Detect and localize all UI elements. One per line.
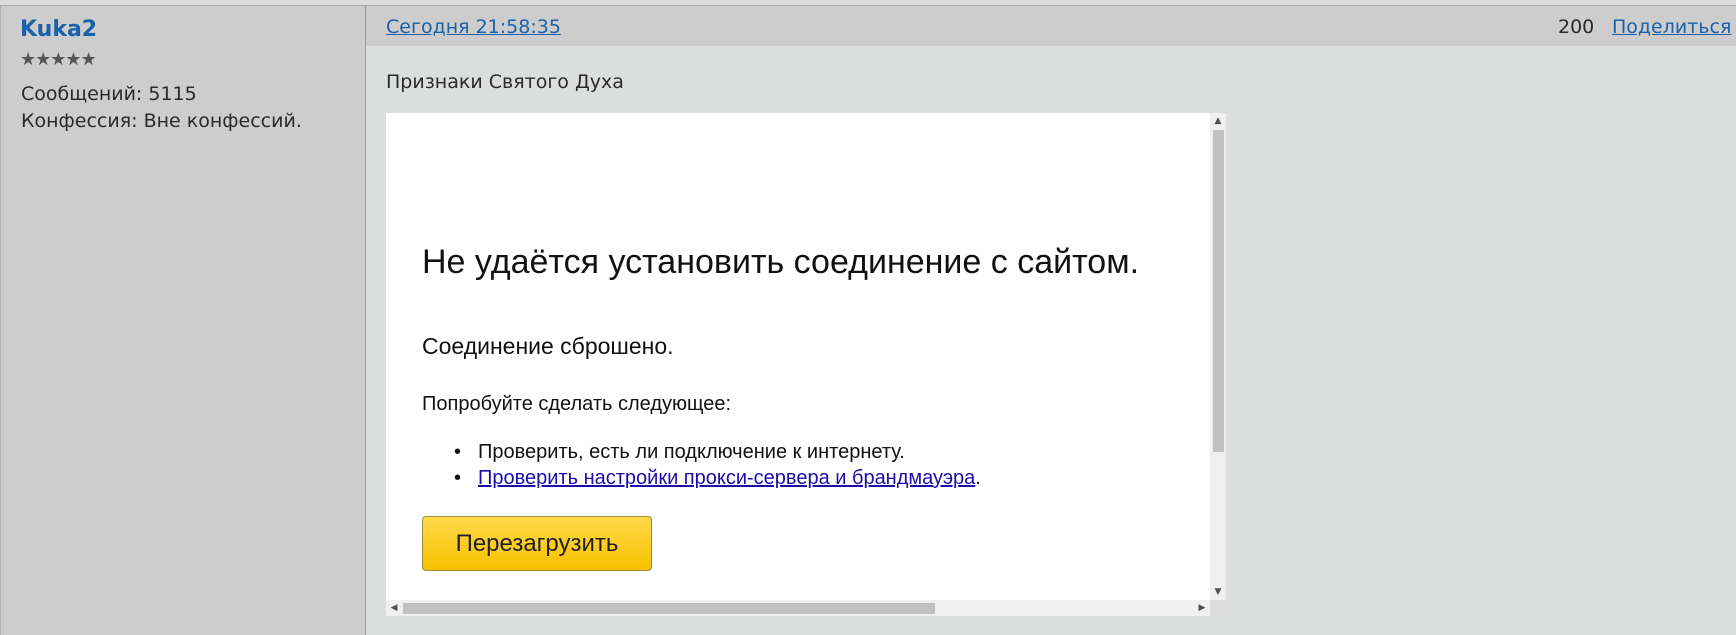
suggestion-check-connection: Проверить, есть ли подключение к интерне… bbox=[478, 441, 905, 463]
scroll-up-icon[interactable]: ▲ bbox=[1210, 113, 1226, 129]
error-subheading: Соединение сброшено. bbox=[422, 333, 674, 359]
post-number: 200 bbox=[1558, 16, 1595, 38]
post-title: Признаки Святого Духа bbox=[386, 71, 624, 93]
proxy-settings-link[interactable]: Проверить настройки прокси-сервера и бра… bbox=[478, 467, 975, 489]
author-panel: Kuka2 ★★★★★ Сообщений: 5115 Конфессия: В… bbox=[0, 6, 366, 635]
scroll-down-icon[interactable]: ▼ bbox=[1210, 584, 1226, 600]
reload-button[interactable]: Перезагрузить bbox=[422, 516, 652, 571]
vertical-scroll-thumb[interactable] bbox=[1213, 130, 1224, 452]
error-try-label: Попробуйте сделать следующее: bbox=[422, 393, 732, 415]
post-date-link[interactable]: Сегодня 21:58:35 bbox=[386, 16, 561, 38]
author-post-count: Сообщений: 5115 bbox=[21, 83, 197, 105]
error-heading: Не удаётся установить соединение с сайто… bbox=[422, 243, 1140, 281]
scroll-right-icon[interactable]: ▶ bbox=[1194, 600, 1210, 616]
embedded-frame[interactable]: Не удаётся установить соединение с сайто… bbox=[386, 113, 1226, 616]
scroll-left-icon[interactable]: ◀ bbox=[386, 600, 402, 616]
horizontal-scrollbar[interactable]: ◀ ▶ bbox=[386, 600, 1210, 616]
horizontal-scroll-thumb[interactable] bbox=[403, 603, 935, 614]
vertical-scrollbar[interactable]: ▲ ▼ bbox=[1210, 113, 1226, 600]
list-item: • Проверить, есть ли подключение к интер… bbox=[446, 439, 981, 465]
forum-post: Kuka2 ★★★★★ Сообщений: 5115 Конфессия: В… bbox=[0, 5, 1736, 635]
list-item: • Проверить настройки прокси-сервера и б… bbox=[446, 465, 981, 491]
post-header: Сегодня 21:58:35 200 Поделиться bbox=[366, 6, 1736, 46]
scrollbar-corner bbox=[1210, 600, 1226, 616]
bullet-icon: • bbox=[454, 467, 462, 489]
suggestion-suffix: . bbox=[975, 467, 981, 489]
author-confession: Конфессия: Вне конфессий. bbox=[21, 110, 302, 132]
suggestion-list: • Проверить, есть ли подключение к интер… bbox=[446, 439, 981, 491]
bullet-icon: • bbox=[454, 441, 462, 463]
share-link[interactable]: Поделиться bbox=[1612, 16, 1731, 38]
rating-stars-icon: ★★★★★ bbox=[20, 49, 97, 70]
author-name-link[interactable]: Kuka2 bbox=[20, 17, 97, 42]
